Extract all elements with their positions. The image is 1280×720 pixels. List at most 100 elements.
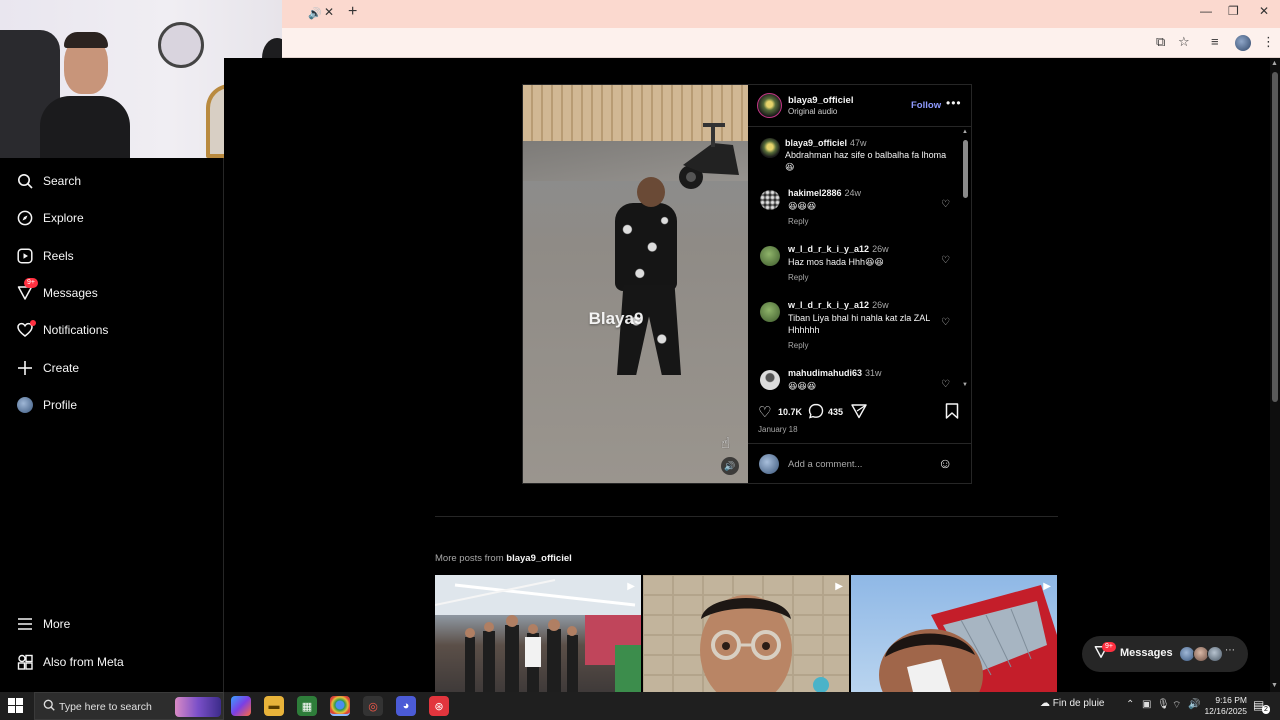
scroll-down-icon[interactable]: ▼ [1271, 682, 1278, 689]
sidebar-item-reels[interactable]: Reels [16, 242, 74, 270]
taskbar-search-input[interactable] [59, 699, 179, 715]
install-app-icon[interactable]: ⧉ [1156, 34, 1165, 50]
comment-username[interactable]: mahudimahudi63 31w [788, 368, 882, 378]
reel-video[interactable]: Blaya9 🔊 [523, 85, 748, 483]
scroll-up-icon[interactable]: ▲ [1271, 60, 1278, 67]
wifi-icon[interactable]: ⌔ [1172, 699, 1181, 712]
likes-count[interactable]: 10.7K [778, 407, 802, 417]
webcam-person-hair [64, 32, 108, 48]
reel-icon: ▶ [627, 581, 635, 592]
comments-scrollbar-thumb[interactable] [963, 140, 968, 198]
sidebar-item-also-from-meta[interactable]: Also from Meta [16, 648, 124, 676]
network-adapter-icon[interactable]: ▣ [1142, 699, 1151, 710]
comment-bubble-icon[interactable] [808, 403, 824, 423]
emoji-icon[interactable]: ☺ [938, 455, 952, 471]
webcam-person-body [40, 96, 130, 158]
messages-floating-button[interactable]: 9+ Messages ⋯ [1082, 636, 1248, 672]
avatar[interactable] [760, 302, 780, 322]
tab-audio-icon[interactable]: 🔊 [308, 7, 322, 20]
reply-button[interactable]: Reply [788, 273, 808, 282]
store-icon[interactable]: ▦ [297, 696, 317, 716]
sidebar-item-search[interactable]: Search [16, 167, 81, 195]
save-bookmark-icon[interactable] [945, 403, 959, 423]
comment-username[interactable]: blaya9_officiel 47w [785, 138, 867, 148]
author-username[interactable]: blaya9_officiel [788, 95, 853, 106]
reel-icon: ▶ [1043, 581, 1051, 592]
post-date[interactable]: January 18 [758, 425, 798, 434]
messages-badge: 9+ [1102, 642, 1116, 652]
minimize-icon[interactable]: — [1200, 4, 1212, 18]
avatar[interactable] [760, 190, 780, 210]
audio-label[interactable]: Original audio [788, 107, 837, 116]
windows-start-icon[interactable] [8, 698, 24, 714]
file-explorer-icon[interactable]: ▬ [264, 696, 284, 716]
speaker-icon[interactable]: 🔊 [721, 457, 739, 475]
browser-profile-avatar[interactable] [1235, 35, 1251, 51]
volume-icon[interactable]: 🔊 [1188, 699, 1200, 710]
comments-list[interactable]: blaya9_officiel 47w Abdrahman haz sife o … [748, 128, 971, 390]
comment-time: 26w [872, 300, 889, 310]
comment-text: Abdrahman haz sife o balbalha fa lhoma😆 [785, 150, 947, 172]
like-comment-icon[interactable]: ♡ [941, 199, 950, 210]
author-avatar[interactable] [757, 93, 782, 118]
browser-menu-icon[interactable]: ⋮ [1262, 34, 1275, 50]
more-posts-heading: More posts from blaya9_officiel [435, 553, 572, 564]
sidebar-item-label: Messages [43, 286, 98, 300]
page-scrollbar-thumb[interactable] [1272, 72, 1278, 402]
discord-icon[interactable]: ◕ [396, 696, 416, 716]
sidebar-item-explore[interactable]: Explore [16, 204, 84, 232]
post-thumbnail[interactable]: ▶ [851, 575, 1057, 692]
comments-scrollbar[interactable]: ▲ ▼ [962, 128, 970, 390]
plus-icon [16, 359, 34, 377]
sidebar-item-profile[interactable]: Profile [16, 391, 77, 419]
share-icon[interactable] [851, 403, 867, 423]
new-tab-icon[interactable]: + [348, 3, 357, 21]
more-options-icon[interactable]: ••• [946, 96, 962, 110]
taskbar-search[interactable] [34, 692, 224, 720]
search-highlight-image[interactable] [175, 697, 221, 717]
scroll-up-icon[interactable]: ▲ [962, 129, 968, 135]
chrome-icon[interactable] [330, 696, 350, 716]
follow-button[interactable]: Follow [911, 100, 941, 111]
like-comment-icon[interactable]: ♡ [941, 317, 950, 328]
comment-username[interactable]: w_l_d_r_k_i_y_a12 26w [788, 300, 889, 310]
avatar[interactable] [760, 138, 780, 158]
windows-taskbar: ▬ ▦ ◎ ◕ ⊛ ☁ Fin de pluie ⌃ ▣ 🎙 ⌔ 🔊 9:16 … [0, 692, 1280, 720]
comment-input[interactable] [788, 456, 928, 472]
microphone-icon[interactable]: 🎙 [1157, 699, 1170, 710]
sidebar-item-more[interactable]: More [16, 610, 70, 638]
recorder-icon[interactable]: ◎ [363, 696, 383, 716]
reply-button[interactable]: Reply [788, 341, 808, 350]
app-icon[interactable]: ⊛ [429, 696, 449, 716]
comment-username[interactable]: hakimel2886 24w [788, 188, 861, 198]
list-item: mahudimahudi63 31w 😆😆😆 ♡ [748, 366, 958, 390]
scroll-down-icon[interactable]: ▼ [962, 382, 968, 388]
sidebar-item-notifications[interactable]: Notifications [16, 316, 108, 344]
like-comment-icon[interactable]: ♡ [941, 379, 950, 390]
copilot-icon[interactable] [231, 696, 251, 716]
bookmark-star-icon[interactable]: ☆ [1178, 34, 1190, 50]
sidebar-item-create[interactable]: Create [16, 354, 79, 382]
taskbar-clock[interactable]: 9:16 PM 12/16/2025 [1203, 695, 1247, 717]
video-watermark: Blaya9 [588, 309, 644, 328]
post-thumbnail[interactable]: ▶ [643, 575, 849, 692]
tab-close-icon[interactable]: ✕ [324, 5, 334, 19]
sidebar-item-messages[interactable]: 9+ Messages [16, 278, 98, 307]
restore-icon[interactable]: ❐ [1228, 4, 1239, 18]
media-control-icon[interactable]: ≡ [1211, 34, 1219, 49]
avatar[interactable] [760, 246, 780, 266]
video-child-head [637, 177, 665, 207]
page-scrollbar[interactable]: ▲ ▼ [1270, 58, 1280, 692]
like-heart-icon[interactable]: ♡ [758, 403, 771, 421]
comment-username[interactable]: w_l_d_r_k_i_y_a12 26w [788, 244, 889, 254]
like-comment-icon[interactable]: ♡ [941, 255, 950, 266]
more-posts-author-link[interactable]: blaya9_officiel [506, 553, 571, 564]
chevron-up-icon[interactable]: ⌃ [1126, 699, 1134, 710]
avatar[interactable] [760, 370, 780, 390]
more-icon: ⋯ [1225, 645, 1235, 656]
reply-button[interactable]: Reply [788, 217, 808, 226]
post-thumbnail[interactable]: ▶ [435, 575, 641, 692]
comment-text: Haz mos hada Hhh😆😆 [788, 257, 884, 267]
weather-widget[interactable]: ☁ Fin de pluie [1040, 698, 1104, 709]
window-close-icon[interactable]: ✕ [1259, 4, 1269, 18]
